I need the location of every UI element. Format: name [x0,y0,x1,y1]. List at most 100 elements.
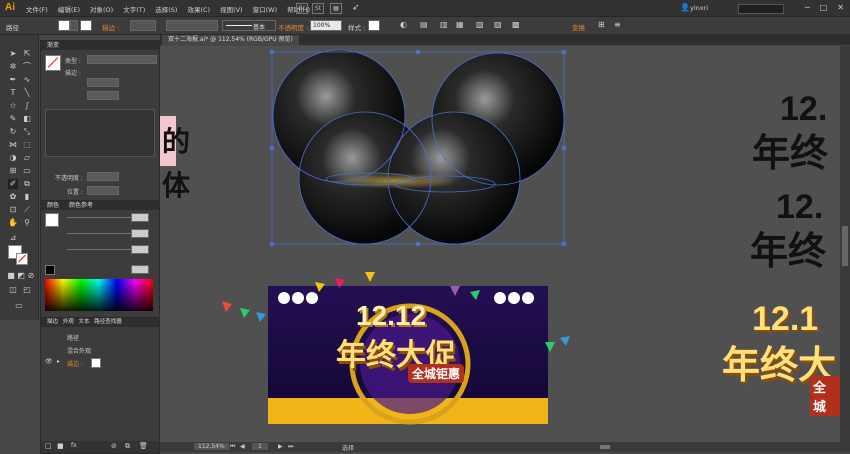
add-fill-icon[interactable]: ■ [57,442,64,450]
zoom-field[interactable]: 112.54% [194,443,229,450]
free-transform-icon[interactable]: ⬚ [22,140,32,150]
fill-dropdown-icon[interactable] [70,20,78,31]
tab-color-guide[interactable]: 颜色参考 [69,202,93,209]
maximize-icon[interactable]: □ [820,3,828,12]
tab-stroke[interactable]: 描边 [47,319,58,325]
blend-tool-icon[interactable]: ⧉ [22,179,32,189]
selection-tool-icon[interactable]: ➤ [8,49,18,59]
tool-mode-status[interactable]: 选择 [342,443,354,452]
zoom-tool-icon[interactable]: ⚲ [22,218,32,228]
r-value-field[interactable] [131,213,149,222]
lasso-tool-icon[interactable]: ⌒ [22,62,32,72]
hex-value-field[interactable] [131,265,149,274]
prev-artboard-icon[interactable]: ◀ [240,443,245,450]
gradient-mode-icon[interactable]: ◩ [16,271,26,281]
gradient-type-dropdown[interactable] [87,55,157,64]
add-effect-icon[interactable]: fx [71,442,77,449]
menu-window[interactable]: 窗口(W) [253,4,278,14]
distribute-vertical-icon[interactable]: ▨ [494,20,502,29]
gradient-opacity-field[interactable] [87,172,119,181]
screen-mode-icon[interactable]: ▭ [14,301,24,311]
visibility-eye-icon[interactable]: 👁 [45,358,53,365]
help-search-input[interactable] [738,4,784,14]
stroke-color-swatch[interactable] [16,253,28,265]
menu-object[interactable]: 对象(O) [90,4,113,14]
delete-item-icon[interactable]: 🗑 [139,442,148,450]
next-artboard-icon[interactable]: ▶ [278,443,283,450]
shape-builder-icon[interactable]: ◑ [8,153,18,163]
style-swatch[interactable] [368,20,380,31]
gradient-panel-tab[interactable]: 渐变 [41,41,159,50]
type-tool-icon[interactable]: T [8,88,18,98]
recolor-icon[interactable]: ◐ [400,20,407,29]
color-fill-swatch[interactable] [45,213,59,227]
pencil-tool-icon[interactable]: ✎ [8,114,18,124]
none-mode-icon[interactable]: ⊘ [26,271,36,281]
vertical-scrollbar[interactable] [840,46,850,442]
gradient-preview-swatch[interactable] [45,55,61,71]
first-artboard-icon[interactable]: ⏮ [230,443,235,451]
menu-select[interactable]: 选择(S) [155,4,177,14]
perspective-grid-icon[interactable]: ▱ [22,153,32,163]
gradient-tool-icon[interactable]: ▭ [22,166,32,176]
distribute-icon[interactable]: ▧ [476,20,484,29]
line-tool-icon[interactable]: ╲ [22,88,32,98]
isolate-icon[interactable]: ⊞ [598,20,605,29]
color-mode-icon[interactable]: ■ [6,271,16,281]
direct-selection-tool-icon[interactable]: ⇱ [22,49,32,59]
gradient-aspect-field[interactable] [87,91,119,100]
menu-view[interactable]: 视图(V) [220,4,243,14]
clear-appearance-icon[interactable]: ⊘ [111,442,117,450]
username[interactable]: yinxri [690,4,708,12]
width-tool-icon[interactable]: ⋈ [8,140,18,150]
draw-behind-icon[interactable]: ◰ [22,285,32,295]
fill-swatch[interactable] [58,20,70,31]
eraser-tool-icon[interactable]: ◧ [22,114,32,124]
scrollbar-thumb[interactable] [842,226,848,266]
tab-appearance[interactable]: 外观 [63,319,74,325]
opacity-label[interactable]: 不透明度 : [278,22,308,32]
draw-normal-icon[interactable]: ◫ [8,285,18,295]
artboard-tool-icon[interactable]: ⊡ [8,205,18,215]
star-tool-icon[interactable]: ☆ [8,101,18,111]
minimize-icon[interactable]: ─ [805,3,810,12]
slice-tool-icon[interactable]: ⟋ [22,205,32,215]
align-center-icon[interactable]: ▥ [440,20,448,29]
menu-type[interactable]: 文字(T) [123,4,145,14]
last-artboard-icon[interactable]: ⏭ [288,443,293,451]
panel-menu-icon[interactable]: ≡ [614,20,621,29]
transform-link[interactable]: 变换 [572,22,585,32]
stroke-swatch[interactable] [80,20,92,31]
duplicate-item-icon[interactable]: ⧉ [125,442,130,451]
bridge-button[interactable]: Br [296,3,308,14]
hand-tool-icon[interactable]: ✋ [8,218,18,228]
align-right-icon[interactable]: ▦ [456,20,464,29]
artboard-canvas[interactable]: 的 体 12.12 年终大促 全城钜惠 12. 年终 12. 年终 12.1 年… [160,46,840,442]
b-value-field[interactable] [131,245,149,254]
artboard-number-field[interactable]: 1 [252,443,268,450]
pen-tool-icon[interactable]: ✒ [8,75,18,85]
close-icon[interactable]: ✕ [837,3,844,12]
horizontal-scroll-thumb[interactable] [600,445,610,449]
gpu-rocket-icon[interactable]: ➶ [352,3,360,13]
g-value-field[interactable] [131,229,149,238]
stroke-label[interactable]: 描边 : [102,22,119,32]
stock-button[interactable]: St [312,3,324,14]
brush-dropdown[interactable]: 基本 [222,20,276,31]
eyedropper-tool-icon[interactable]: ✐ [8,179,18,189]
tab-color[interactable]: 颜色 [47,202,59,209]
stroke-weight-field[interactable] [130,20,156,31]
magic-wand-icon[interactable]: ✲ [8,62,18,72]
tab-text[interactable]: 文本 [79,319,90,325]
align-bottom-icon[interactable]: ▩ [512,20,520,29]
gradient-slider-area[interactable] [45,109,155,157]
arrange-documents-icon[interactable]: ▦ [330,3,342,14]
rotate-tool-icon[interactable]: ↻ [8,127,18,137]
expand-arrow-icon[interactable]: ▸ [57,358,60,365]
mesh-tool-icon[interactable]: ⊞ [8,166,18,176]
add-stroke-icon[interactable]: □ [45,442,52,450]
scale-tool-icon[interactable]: ⤡ [22,127,32,137]
symbol-sprayer-icon[interactable]: ✿ [8,192,18,202]
paintbrush-tool-icon[interactable]: ∫ [22,101,32,111]
appearance-stroke-swatch[interactable] [91,358,101,368]
